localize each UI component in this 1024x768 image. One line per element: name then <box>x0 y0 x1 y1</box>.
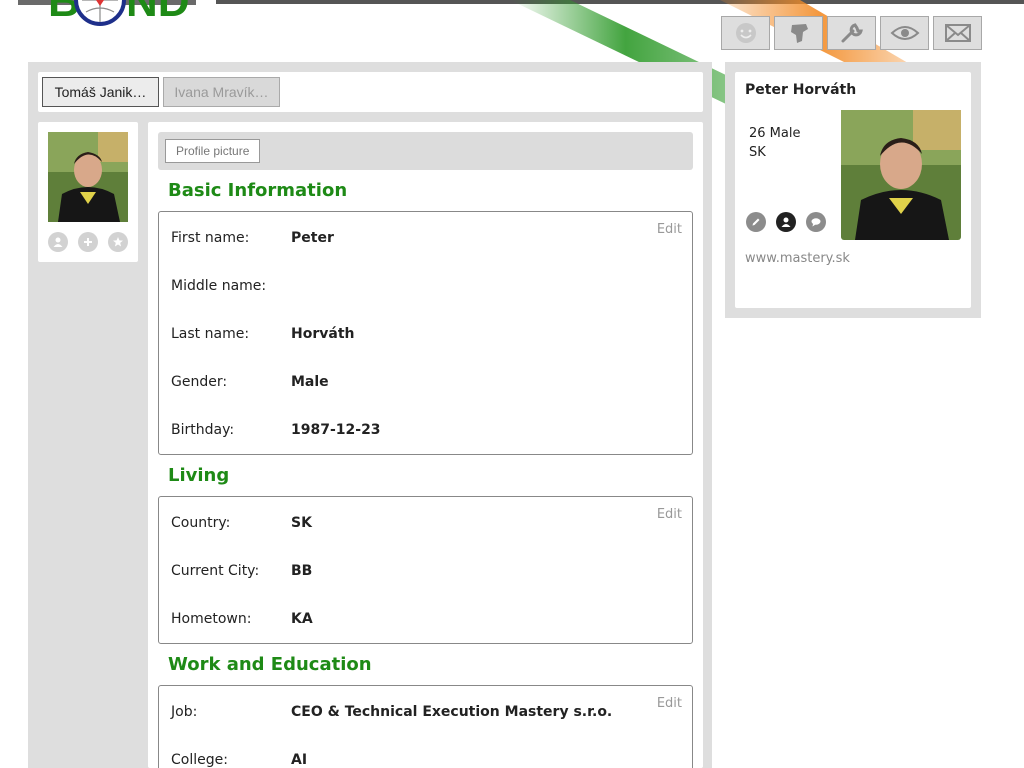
view-button[interactable] <box>880 16 929 50</box>
chat-icon[interactable] <box>806 212 826 232</box>
summary-country: SK <box>749 145 766 160</box>
label-country: Country: <box>171 515 231 531</box>
row-first-name: First name: Peter <box>171 230 671 250</box>
label-gender: Gender: <box>171 374 228 390</box>
section-title-basic: Basic Information <box>168 180 348 201</box>
user-icon[interactable] <box>48 232 68 252</box>
value-gender: Male <box>291 374 329 390</box>
row-country: Country: SK <box>171 515 671 535</box>
add-icon[interactable] <box>78 232 98 252</box>
side-icon-row <box>48 232 128 252</box>
label-current-city: Current City: <box>171 563 260 579</box>
eye-icon <box>890 26 919 40</box>
row-current-city: Current City: BB <box>171 563 671 583</box>
app-root: B ND Tomáš Janik… Ivana Mravík… Profile … <box>0 0 1024 768</box>
profile-details-card: Profile picture Basic Information Edit F… <box>148 122 703 768</box>
label-birthday: Birthday: <box>171 422 235 438</box>
value-hometown: KA <box>291 611 313 627</box>
map-icon <box>790 24 808 43</box>
svg-text:ND: ND <box>126 0 190 26</box>
label-hometown: Hometown: <box>171 611 252 627</box>
star-icon[interactable] <box>108 232 128 252</box>
value-current-city: BB <box>291 563 313 579</box>
summary-profile-photo[interactable] <box>841 110 961 240</box>
settings-button[interactable] <box>827 16 876 50</box>
basic-info-box: Edit First name: Peter Middle name: Last… <box>158 211 693 455</box>
value-country: SK <box>291 515 312 531</box>
label-college: College: <box>171 752 228 768</box>
profile-picture-bar: Profile picture <box>158 132 693 170</box>
section-title-living: Living <box>168 465 230 486</box>
work-box: Edit Job: CEO & Technical Execution Mast… <box>158 685 693 768</box>
value-first-name: Peter <box>291 230 334 246</box>
row-college: College: AI <box>171 752 671 768</box>
label-first-name: First name: <box>171 230 250 246</box>
value-birthday: 1987-12-23 <box>291 422 381 438</box>
website-link[interactable]: www.mastery.sk <box>745 251 850 266</box>
summary-name[interactable]: Peter Horváth <box>745 82 856 98</box>
row-birthday: Birthday: 1987-12-23 <box>171 422 671 442</box>
envelope-icon <box>944 24 971 42</box>
side-profile-card <box>38 122 138 262</box>
value-college: AI <box>291 752 308 768</box>
wrench-icon <box>841 23 863 43</box>
summary-icon-row <box>746 212 826 232</box>
pencil-icon[interactable] <box>746 212 766 232</box>
living-box: Edit Country: SK Current City: BB Hometo… <box>158 496 693 644</box>
top-toolbar <box>721 16 982 50</box>
profile-picture-button[interactable]: Profile picture <box>165 139 261 163</box>
tab-tomas-janik[interactable]: Tomáš Janik… <box>42 77 159 107</box>
row-job: Job: CEO & Technical Execution Mastery s… <box>171 704 671 724</box>
top-bar-line <box>216 0 1024 4</box>
label-last-name: Last name: <box>171 326 250 342</box>
bond-logo[interactable]: B ND <box>30 0 200 30</box>
smiley-icon <box>735 23 756 43</box>
row-middle-name: Middle name: <box>171 278 671 298</box>
section-title-work: Work and Education <box>168 654 372 675</box>
smiley-button[interactable] <box>721 16 770 50</box>
value-last-name: Horváth <box>291 326 355 342</box>
label-middle-name: Middle name: <box>171 278 267 294</box>
user-icon[interactable] <box>776 212 796 232</box>
row-gender: Gender: Male <box>171 374 671 394</box>
tab-ivana-mravik[interactable]: Ivana Mravík… <box>163 77 280 107</box>
map-button[interactable] <box>774 16 823 50</box>
profile-summary-card: Peter Horváth 26 Male SK www.mastery.sk <box>735 72 971 308</box>
label-job: Job: <box>171 704 198 720</box>
tab-bar: Tomáš Janik… Ivana Mravík… <box>38 72 703 112</box>
summary-age-gender: 26 Male <box>749 126 801 141</box>
row-hometown: Hometown: KA <box>171 611 671 631</box>
value-job: CEO & Technical Execution Mastery s.r.o. <box>291 704 613 720</box>
row-last-name: Last name: Horváth <box>171 326 671 346</box>
profile-photo-thumbnail[interactable] <box>48 132 128 222</box>
messages-button[interactable] <box>933 16 982 50</box>
